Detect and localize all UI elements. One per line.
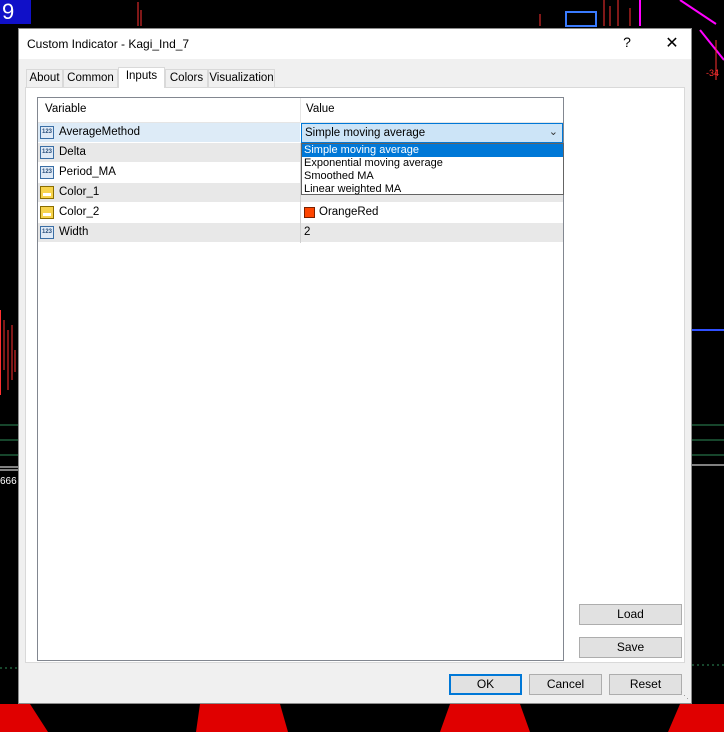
resize-grip-icon[interactable]: ⋱ [680,690,689,701]
column-header-variable[interactable]: Variable [45,103,86,115]
save-button[interactable]: Save [579,637,682,658]
select-value: Simple moving average [305,127,426,139]
dropdown-option-exponential[interactable]: Exponential moving average [302,157,563,170]
help-button[interactable]: ? [617,34,637,50]
chart-corner-label: 9 [0,0,31,24]
color-icon [40,206,54,219]
tab-colors[interactable]: Colors [165,69,208,87]
dropdown-option-smoothed[interactable]: Smoothed MA [302,170,563,183]
tab-about[interactable]: About [26,69,63,87]
cell-divider [300,223,301,243]
grid-row-color-2[interactable]: Color_2 OrangeRed [38,203,563,223]
row-name: Color_1 [59,186,100,198]
reset-button[interactable]: Reset [609,674,682,695]
grid-row-width[interactable]: 123 Width 2 [38,223,563,243]
inputs-grid: Variable Value 123 AverageMethod Simple … [37,97,564,661]
dropdown-option-simple[interactable]: Simple moving average [302,144,563,157]
grid-header: Variable Value [38,98,563,123]
chart-left-strip [0,310,18,669]
svg-text:-34: -34 [706,68,719,78]
chart-candles-top [137,0,717,27]
row-name: Period_MA [59,166,116,178]
number-icon: 123 [40,226,54,239]
column-divider[interactable] [300,98,301,122]
close-button[interactable]: ✕ [661,33,683,53]
chart-bottom-bars [0,704,724,732]
average-method-dropdown-list: Simple moving average Exponential moving… [301,143,564,195]
grid-row-averagemethod[interactable]: 123 AverageMethod Simple moving average … [38,123,563,143]
color-swatch [304,207,315,218]
tab-inputs[interactable]: Inputs [118,67,165,88]
tab-visualization[interactable]: Visualization [208,69,275,87]
cancel-button[interactable]: Cancel [529,674,602,695]
row-value[interactable]: 2 [304,226,310,238]
row-value[interactable]: OrangeRed [319,206,378,218]
inputs-panel: Variable Value 123 AverageMethod Simple … [25,87,685,663]
title-bar[interactable]: Custom Indicator - Kagi_Ind_7 ? ✕ [19,29,691,59]
average-method-select[interactable]: Simple moving average ⌄ [301,123,563,143]
row-name: Delta [59,146,86,158]
row-name: Width [59,226,89,238]
row-name: Color_2 [59,206,100,218]
tab-common[interactable]: Common [63,69,118,87]
load-button[interactable]: Load [579,604,682,625]
ok-button[interactable]: OK [449,674,522,695]
custom-indicator-dialog: Custom Indicator - Kagi_Ind_7 ? ✕ About … [18,28,692,704]
row-name: AverageMethod [59,126,140,138]
chart-price-readout: 666 [0,476,17,487]
cell-divider [300,203,301,223]
number-icon: 123 [40,146,54,159]
chevron-down-icon[interactable]: ⌄ [549,125,558,138]
column-header-value[interactable]: Value [306,103,335,115]
dropdown-option-linear-weighted[interactable]: Linear weighted MA [302,183,563,196]
color-icon [40,186,54,199]
dialog-title: Custom Indicator - Kagi_Ind_7 [27,37,190,51]
number-icon: 123 [40,166,54,179]
chart-right-strip: -34 [692,29,724,666]
number-icon: 123 [40,126,54,139]
